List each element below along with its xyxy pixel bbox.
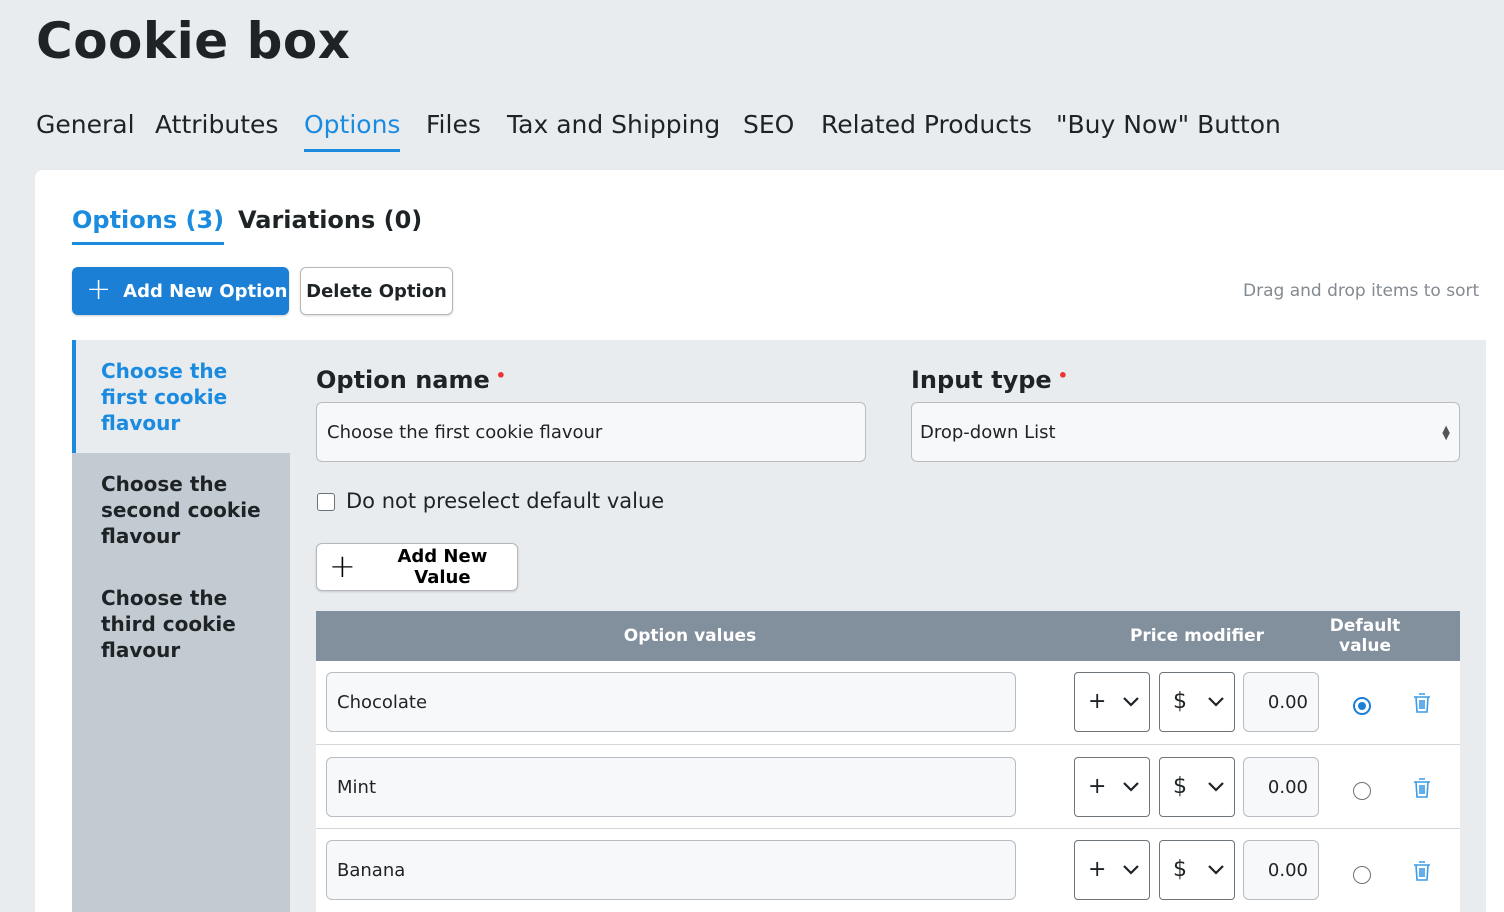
currency-select[interactable]: $	[1159, 757, 1235, 817]
tab-related-products[interactable]: Related Products	[821, 108, 1032, 152]
trash-icon[interactable]	[1413, 693, 1431, 713]
chevron-down-icon	[1208, 865, 1224, 875]
option-name-input[interactable]	[316, 402, 866, 462]
options-list-item-first[interactable]: Choose the first cookie flavour	[72, 340, 290, 453]
tab-files[interactable]: Files	[426, 108, 481, 152]
values-table: + $ + $ +	[316, 661, 1460, 912]
input-type-label: Input type •	[911, 366, 1068, 394]
price-input[interactable]	[1243, 757, 1319, 817]
required-marker: •	[1057, 366, 1068, 385]
required-marker: •	[495, 366, 507, 385]
option-name-label: Option name •	[316, 366, 507, 394]
plus-icon: +	[86, 271, 112, 307]
chevron-down-icon	[1123, 782, 1139, 792]
tab-seo[interactable]: SEO	[743, 108, 794, 152]
subtab-variations[interactable]: Variations (0)	[238, 204, 422, 245]
delete-option-button[interactable]: Delete Option	[300, 267, 453, 315]
add-new-option-label: Add New Option	[123, 280, 288, 302]
option-value-input[interactable]	[326, 757, 1016, 817]
input-type-select[interactable]: Drop-down List ▲ ▼	[911, 402, 1460, 462]
subtab-options[interactable]: Options (3)	[72, 204, 225, 245]
page-title: Cookie box	[36, 12, 351, 70]
tab-buy-now-button[interactable]: "Buy Now" Button	[1056, 108, 1281, 152]
chevron-down-icon	[1208, 782, 1224, 792]
price-input[interactable]	[1243, 672, 1319, 732]
tab-attributes[interactable]: Attributes	[155, 108, 278, 152]
price-sign-select[interactable]: +	[1074, 672, 1150, 732]
input-type-value: Drop-down List	[920, 421, 1056, 443]
options-list-item-third[interactable]: Choose the third cookie flavour	[72, 567, 290, 680]
default-value-radio[interactable]	[1353, 866, 1371, 884]
chevron-down-icon	[1123, 697, 1139, 707]
add-new-value-label: Add New Value	[397, 546, 488, 588]
values-table-header: Option values Price modifier Default val…	[316, 611, 1460, 661]
tab-tax-and-shipping[interactable]: Tax and Shipping	[507, 108, 720, 152]
header-price-modifier: Price modifier	[1129, 626, 1265, 646]
table-row: + $	[316, 745, 1460, 829]
chevron-down-icon	[1123, 865, 1139, 875]
add-new-option-button[interactable]: + Add New Option	[72, 267, 289, 315]
table-row: + $	[316, 661, 1460, 745]
price-sign-select[interactable]: +	[1074, 757, 1150, 817]
chevron-down-icon	[1208, 697, 1224, 707]
default-value-radio[interactable]	[1353, 782, 1371, 800]
add-new-value-button[interactable]: + Add New Value	[316, 543, 518, 591]
preselect-label: Do not preselect default value	[346, 489, 665, 513]
preselect-checkbox[interactable]	[317, 493, 335, 511]
header-default-value: Default value	[1329, 616, 1401, 656]
price-input[interactable]	[1243, 840, 1319, 900]
currency-select[interactable]: $	[1159, 672, 1235, 732]
drag-hint: Drag and drop items to sort	[1243, 281, 1480, 301]
select-arrows-icon: ▲ ▼	[1442, 424, 1450, 442]
currency-select[interactable]: $	[1159, 840, 1235, 900]
trash-icon[interactable]	[1413, 778, 1431, 798]
trash-icon[interactable]	[1413, 861, 1431, 881]
default-value-radio[interactable]	[1353, 697, 1371, 715]
option-value-input[interactable]	[326, 672, 1016, 732]
plus-icon: +	[329, 546, 356, 585]
price-sign-select[interactable]: +	[1074, 840, 1150, 900]
tab-general[interactable]: General	[36, 108, 135, 152]
table-row: + $	[316, 829, 1460, 912]
options-list-item-second[interactable]: Choose the second cookie flavour	[72, 453, 290, 566]
tab-options[interactable]: Options	[304, 108, 401, 152]
option-value-input[interactable]	[326, 840, 1016, 900]
header-option-values: Option values	[623, 626, 757, 646]
